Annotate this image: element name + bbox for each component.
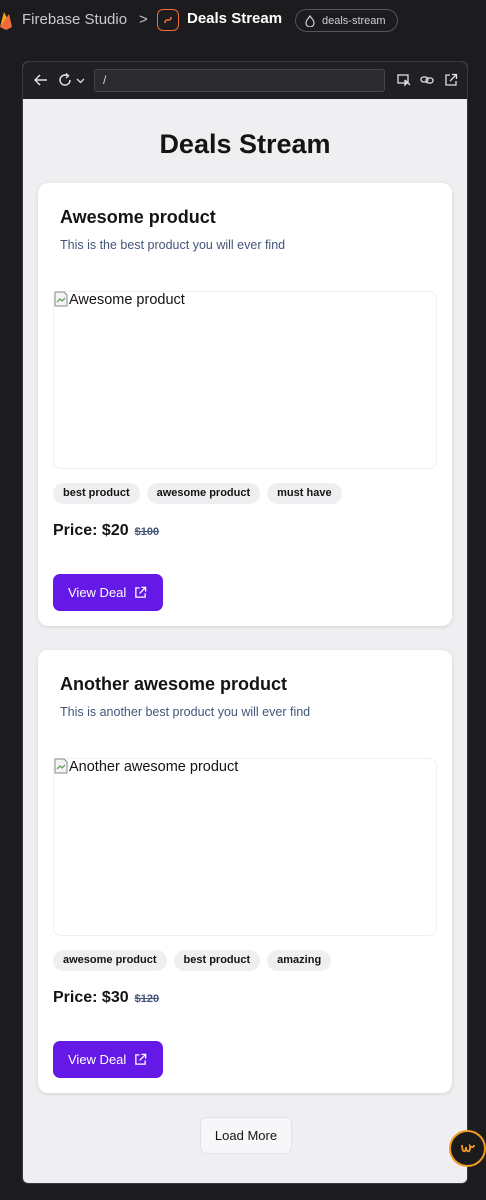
price-row: Price: $30 $120 (53, 989, 159, 1007)
open-external-icon[interactable] (442, 71, 460, 89)
view-deal-label: View Deal (68, 585, 127, 600)
product-description: This is another best product you will ev… (60, 705, 311, 719)
tag[interactable]: amazing (267, 950, 332, 971)
browser-toolbar: / (23, 62, 467, 99)
url-input[interactable]: / (94, 69, 385, 92)
tag[interactable]: best product (53, 483, 140, 504)
view-deal-button[interactable]: View Deal (53, 574, 163, 611)
app-name[interactable]: Deals Stream (187, 10, 282, 27)
page-title: Deals Stream (159, 129, 331, 159)
branch-label: deals-stream (322, 14, 386, 27)
broken-image-icon (54, 758, 68, 774)
back-arrow-icon[interactable] (32, 71, 50, 89)
price: Price: $20 (53, 522, 129, 539)
external-link-icon (135, 1053, 147, 1065)
deals-page: Deals Stream Awesome product This is the… (23, 99, 467, 1093)
inspect-icon[interactable] (395, 71, 413, 89)
tag[interactable]: best product (173, 950, 261, 971)
image-alt-text: Another awesome product (69, 759, 239, 775)
price-row: Price: $20 $100 (53, 522, 159, 540)
image-alt-text: Awesome product (69, 292, 185, 308)
product-title: Another awesome product (60, 674, 288, 694)
tag[interactable]: awesome product (146, 483, 261, 504)
app-icon (157, 9, 179, 31)
original-price: $100 (134, 526, 160, 538)
tag[interactable]: must have (267, 483, 342, 504)
product-title: Awesome product (60, 207, 216, 227)
tag[interactable]: awesome product (53, 950, 167, 971)
product-card: Awesome product This is the best product… (38, 183, 452, 626)
product-description: This is the best product you will ever f… (60, 238, 286, 252)
link-icon[interactable] (418, 71, 436, 89)
view-deal-label: View Deal (68, 1052, 127, 1067)
external-link-icon (135, 586, 147, 598)
preview-frame: / Deals Stream Awesome product This is t… (22, 61, 468, 1184)
breadcrumb-separator: > (139, 11, 148, 28)
tag-list: best product awesome product must have (53, 483, 342, 504)
chevron-down-icon[interactable] (71, 71, 89, 89)
view-deal-button[interactable]: View Deal (53, 1041, 163, 1078)
broken-image-icon (54, 291, 68, 307)
price: Price: $30 (53, 989, 129, 1006)
studio-label[interactable]: Firebase Studio (22, 11, 127, 28)
load-more-button[interactable]: Load More (200, 1117, 292, 1154)
product-image: Another awesome product (53, 758, 437, 936)
assistant-icon[interactable] (449, 1130, 486, 1167)
product-card: Another awesome product This is another … (38, 650, 452, 1093)
firebase-logo[interactable] (0, 10, 14, 30)
product-image: Awesome product (53, 291, 437, 469)
studio-topbar: Firebase Studio > Deals Stream deals-str… (0, 0, 486, 40)
branch-icon (305, 14, 315, 27)
original-price: $120 (134, 993, 160, 1005)
tag-list: awesome product best product amazing (53, 950, 332, 971)
branch-chip[interactable]: deals-stream (295, 9, 398, 32)
